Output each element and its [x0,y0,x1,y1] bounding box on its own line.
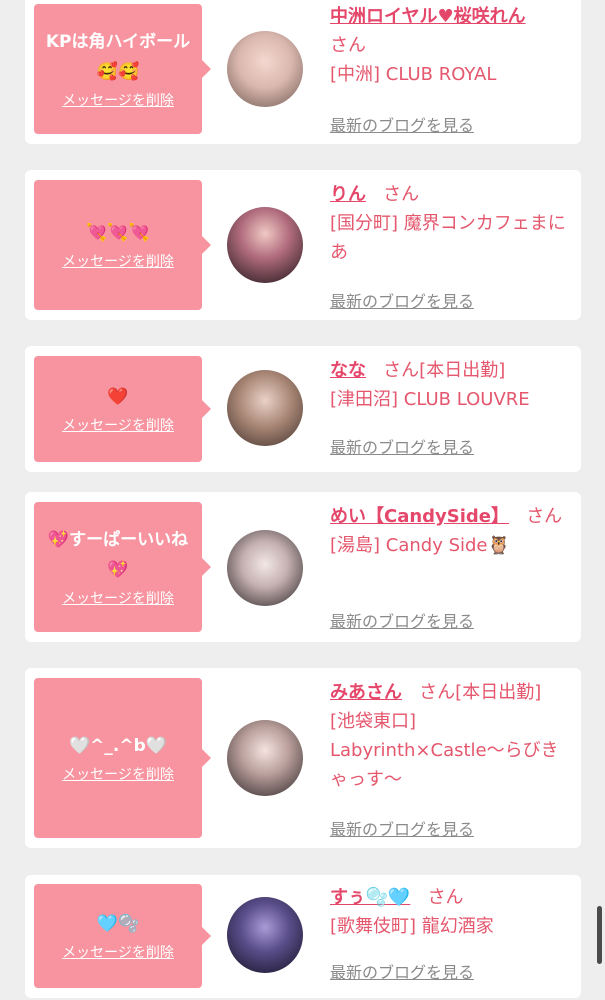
girl-info: みあさん さん[本日出勤] [池袋東口] Labyrinth×Castle〜らび… [330,678,570,794]
delete-message-link[interactable]: メッセージを削除 [62,765,174,785]
latest-blog-link[interactable]: 最新のブログを見る [330,608,474,632]
delete-message-link[interactable]: メッセージを削除 [62,91,174,111]
girl-info: りん さん [国分町] 魔界コンカフェまにあ [330,180,570,267]
work-status: [本日出勤] [419,360,506,381]
delete-message-link[interactable]: メッセージを削除 [62,416,174,436]
message-text: KPは角ハイボール🥰🥰 [45,32,191,82]
latest-blog-link[interactable]: 最新のブログを見る [330,816,474,840]
honorific: さん [526,506,563,527]
girl-info: めい【CandySide】 さん [湯島] Candy Side🦉 [330,502,570,560]
girl-name-link[interactable]: めい【CandySide】 [330,506,509,527]
honorific: さん [427,887,464,908]
work-status: [本日出勤] [455,682,542,703]
honorific: さん [383,360,420,381]
avatar[interactable] [227,897,303,973]
honorific: さん [419,682,456,703]
avatar[interactable] [227,720,303,796]
shop-name: [国分町] 魔界コンカフェまにあ [330,213,566,263]
message-card: 🩵🫧 メッセージを削除 すぅ🫧🩵 さん [歌舞伎町] 龍幻酒家 最新のブログを見… [25,875,581,998]
delete-message-link[interactable]: メッセージを削除 [62,943,174,963]
message-list-screen: KPは角ハイボール🥰🥰 メッセージを削除 中洲ロイヤル♥桜咲れん さん [中洲]… [0,0,605,1000]
girl-info: 中洲ロイヤル♥桜咲れん さん [中洲] CLUB ROYAL [330,2,570,89]
shop-name: [中洲] CLUB ROYAL [330,64,497,85]
girl-name-link[interactable]: 中洲ロイヤル♥桜咲れん [330,6,526,27]
latest-blog-link[interactable]: 最新のブログを見る [330,112,474,136]
message-text: 💖すーぱーいいね💖 [47,530,189,580]
avatar[interactable] [227,370,303,446]
shop-name: [歌舞伎町] 龍幻酒家 [330,916,494,937]
message-text: 🤍^_.^b🤍 [69,736,167,756]
shop-name: [湯島] Candy Side🦉 [330,535,510,556]
honorific: さん [383,184,420,205]
girl-name-link[interactable]: すぅ🫧🩵 [330,887,410,908]
message-text: 💘💘💘 [86,223,150,243]
latest-blog-link[interactable]: 最新のブログを見る [330,959,474,983]
message-card: 💖すーぱーいいね💖 メッセージを削除 めい【CandySide】 さん [湯島]… [25,492,581,642]
latest-blog-link[interactable]: 最新のブログを見る [330,434,474,458]
message-text: 🩵🫧 [96,914,140,934]
girl-name-link[interactable]: みあさん [330,682,402,703]
delete-message-link[interactable]: メッセージを削除 [62,252,174,272]
message-card: ❤️ メッセージを削除 なな さん[本日出勤] [津田沼] CLUB LOUVR… [25,346,581,472]
shop-name: [津田沼] CLUB LOUVRE [330,389,530,410]
message-bubble: 💘💘💘 メッセージを削除 [34,180,211,310]
message-text: ❤️ [107,387,129,407]
message-bubble: 🤍^_.^b🤍 メッセージを削除 [34,678,211,838]
message-card: 🤍^_.^b🤍 メッセージを削除 みあさん さん[本日出勤] [池袋東口] La… [25,668,581,848]
girl-info: すぅ🫧🩵 さん [歌舞伎町] 龍幻酒家 [330,883,570,941]
message-bubble: 🩵🫧 メッセージを削除 [34,884,211,988]
avatar[interactable] [227,530,303,606]
delete-message-link[interactable]: メッセージを削除 [62,589,174,609]
avatar[interactable] [227,207,303,283]
girl-info: なな さん[本日出勤] [津田沼] CLUB LOUVRE [330,356,570,414]
avatar[interactable] [227,31,303,107]
message-card: 💘💘💘 メッセージを削除 りん さん [国分町] 魔界コンカフェまにあ 最新のブ… [25,170,581,320]
girl-name-link[interactable]: なな [330,360,366,381]
message-bubble: KPは角ハイボール🥰🥰 メッセージを削除 [34,4,211,134]
shop-name: [池袋東口] Labyrinth×Castle〜らびきゃっす〜 [330,711,559,790]
latest-blog-link[interactable]: 最新のブログを見る [330,288,474,312]
message-card: KPは角ハイボール🥰🥰 メッセージを削除 中洲ロイヤル♥桜咲れん さん [中洲]… [25,0,581,144]
message-bubble: ❤️ メッセージを削除 [34,356,211,462]
scrollbar[interactable] [597,906,602,964]
honorific: さん [330,35,366,56]
girl-name-link[interactable]: りん [330,184,366,205]
message-bubble: 💖すーぱーいいね💖 メッセージを削除 [34,502,211,632]
